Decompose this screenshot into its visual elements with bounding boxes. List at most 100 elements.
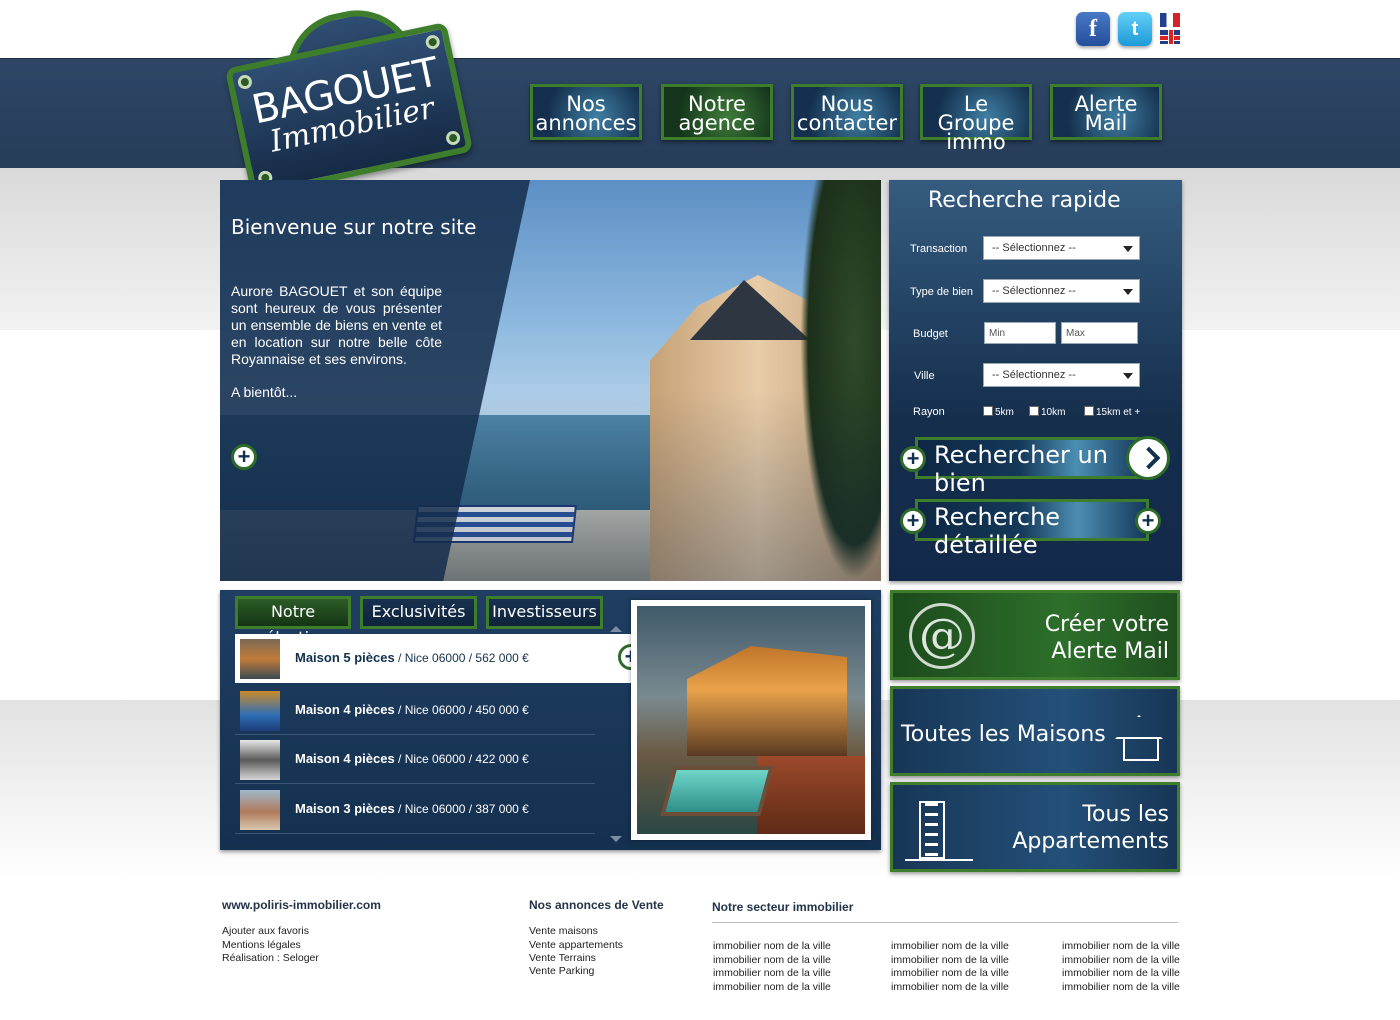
budget-min-input[interactable]: Min: [984, 322, 1056, 344]
nav-alerte-mail[interactable]: Alerte Mail: [1050, 84, 1162, 140]
photo-house: [687, 646, 847, 756]
tab-investisseurs[interactable]: Investisseurs: [486, 596, 603, 629]
footer-favorites-link[interactable]: Ajouter aux favoris: [222, 925, 309, 937]
nav-label: Mail: [1084, 111, 1128, 135]
featured-photo[interactable]: [631, 600, 871, 840]
bolt-icon: [444, 129, 462, 147]
footer-credit-link[interactable]: Réalisation : Seloger: [222, 952, 319, 964]
nav-label: Le Groupe: [937, 92, 1015, 135]
hero-text: Aurore BAGOUET et son équipe sont heureu…: [231, 283, 442, 367]
divider: [712, 922, 1178, 923]
facebook-icon[interactable]: f: [1076, 12, 1110, 46]
item-details: / Nice 06000 / 562 000 €: [394, 651, 529, 665]
rayon-label: Rayon: [913, 406, 945, 418]
list-item-text: Maison 4 pièces / Nice 06000 / 422 000 €: [295, 751, 529, 766]
search-title: Recherche rapide: [928, 188, 1121, 213]
sector-link[interactable]: immobilier nom de la ville: [1062, 954, 1180, 968]
type-select[interactable]: -- Sélectionnez --: [983, 279, 1140, 303]
list-item[interactable]: Maison 4 pièces / Nice 06000 / 422 000 €: [235, 735, 595, 784]
all-apartments-button[interactable]: Tous les Appartements: [890, 782, 1180, 872]
ville-select[interactable]: -- Sélectionnez --: [983, 363, 1140, 387]
footer-sector-title: Notre secteur immobilier: [712, 900, 854, 914]
sector-link[interactable]: immobilier nom de la ville: [891, 940, 1009, 954]
sector-link[interactable]: immobilier nom de la ville: [713, 981, 831, 995]
create-mail-alert-button[interactable]: @ Créer votre Alerte Mail: [890, 590, 1180, 680]
scroll-up-icon[interactable]: [610, 626, 622, 632]
item-title: Maison 3 pièces: [295, 801, 395, 816]
item-details: / Nice 06000 / 387 000 €: [394, 802, 529, 816]
sector-link[interactable]: immobilier nom de la ville: [1062, 940, 1180, 954]
nav-nous-contacter[interactable]: Nous contacter: [791, 84, 903, 140]
sector-link[interactable]: immobilier nom de la ville: [891, 981, 1009, 995]
selection-panel: Notre sélection Exclusivités Investisseu…: [220, 590, 881, 850]
list-item[interactable]: Maison 5 pièces / Nice 06000 / 562 000 €: [235, 634, 631, 683]
all-houses-button[interactable]: Toutes les Maisons: [890, 686, 1180, 776]
promo-line: Tous les: [1082, 802, 1169, 827]
list-item-text: Maison 3 pièces / Nice 06000 / 387 000 €: [295, 801, 529, 816]
rayon-10km-checkbox[interactable]: 10km: [1029, 406, 1065, 418]
sector-column: immobilier nom de la ville immobilier no…: [891, 940, 1009, 994]
plus-icon[interactable]: +: [900, 446, 926, 472]
rayon-15km-checkbox[interactable]: 15km et +: [1084, 406, 1140, 418]
quick-search-panel: Recherche rapide Transaction -- Sélectio…: [889, 180, 1182, 581]
sector-column: immobilier nom de la ville immobilier no…: [713, 940, 831, 994]
sector-link[interactable]: immobilier nom de la ville: [713, 967, 831, 981]
item-details: / Nice 06000 / 450 000 €: [394, 703, 529, 717]
hero-title: Bienvenue sur notre site: [231, 215, 477, 239]
checkbox-label: 10km: [1041, 407, 1066, 418]
nav-label: contacter: [796, 111, 898, 135]
plus-icon[interactable]: +: [1135, 508, 1161, 534]
nav-le-groupe-immo[interactable]: Le Groupe immo: [920, 84, 1032, 153]
nav-nos-annonces[interactable]: Nos annonces: [530, 84, 642, 140]
photo-pool: [660, 766, 774, 816]
promo-text: Tous les Appartements: [1012, 801, 1169, 855]
footer-sales-link[interactable]: Vente Parking: [529, 965, 594, 977]
hero-more-plus-icon[interactable]: +: [231, 444, 257, 470]
house-icon: [1109, 715, 1169, 761]
arrow-right-icon[interactable]: [1126, 436, 1170, 480]
tab-exclusivites[interactable]: Exclusivités: [360, 596, 477, 629]
transaction-select[interactable]: -- Sélectionnez --: [983, 236, 1140, 260]
at-sign-icon: @: [909, 603, 975, 669]
promo-text: Créer votre Alerte Mail: [1045, 611, 1169, 665]
ground-line: [905, 859, 973, 861]
item-title: Maison 4 pièces: [295, 702, 395, 717]
thumbnail: [240, 639, 280, 679]
tab-notre-selection[interactable]: Notre sélection: [235, 596, 351, 647]
hero-banner: Bienvenue sur notre site Aurore BAGOUET …: [220, 180, 881, 581]
sector-link[interactable]: immobilier nom de la ville: [713, 954, 831, 968]
detailed-search-button[interactable]: Recherche détaillée: [915, 499, 1149, 559]
checkbox-label: 5km: [995, 407, 1014, 418]
sector-link[interactable]: immobilier nom de la ville: [891, 954, 1009, 968]
list-item[interactable]: Maison 3 pièces / Nice 06000 / 387 000 €: [235, 785, 595, 834]
promo-line: Toutes les Maisons: [901, 722, 1106, 747]
fr-flag-icon[interactable]: [1160, 13, 1180, 27]
list-item[interactable]: Maison 4 pièces / Nice 06000 / 450 000 €: [235, 686, 595, 735]
plus-icon[interactable]: +: [900, 508, 926, 534]
nav-notre-agence[interactable]: Notre agence: [661, 84, 773, 140]
sector-link[interactable]: immobilier nom de la ville: [891, 967, 1009, 981]
uk-flag-icon[interactable]: [1160, 30, 1180, 44]
footer-sales-link[interactable]: Vente maisons: [529, 925, 598, 937]
footer-sales-title: Nos annonces de Vente: [529, 898, 664, 912]
sector-column: immobilier nom de la ville immobilier no…: [1062, 940, 1180, 994]
search-button[interactable]: Rechercher un bien: [915, 437, 1147, 497]
footer-site-link[interactable]: www.poliris-immobilier.com: [222, 898, 381, 912]
budget-label: Budget: [913, 328, 948, 340]
rayon-5km-checkbox[interactable]: 5km: [983, 406, 1014, 418]
sector-link[interactable]: immobilier nom de la ville: [713, 940, 831, 954]
budget-max-input[interactable]: Max: [1061, 322, 1138, 344]
sector-link[interactable]: immobilier nom de la ville: [1062, 981, 1180, 995]
sector-link[interactable]: immobilier nom de la ville: [1062, 967, 1180, 981]
twitter-icon[interactable]: t: [1118, 12, 1152, 46]
promo-line: Alerte Mail: [1051, 639, 1169, 664]
footer-sales-link[interactable]: Vente appartements: [529, 939, 623, 951]
transaction-label: Transaction: [910, 243, 968, 255]
item-title: Maison 5 pièces: [295, 650, 395, 665]
footer-sales-link[interactable]: Vente Terrains: [529, 952, 596, 964]
scroll-down-icon[interactable]: [610, 836, 622, 842]
type-label: Type de bien: [910, 286, 973, 298]
item-title: Maison 4 pièces: [295, 751, 395, 766]
building-icon: [919, 801, 945, 859]
footer-legal-link[interactable]: Mentions légales: [222, 939, 301, 951]
